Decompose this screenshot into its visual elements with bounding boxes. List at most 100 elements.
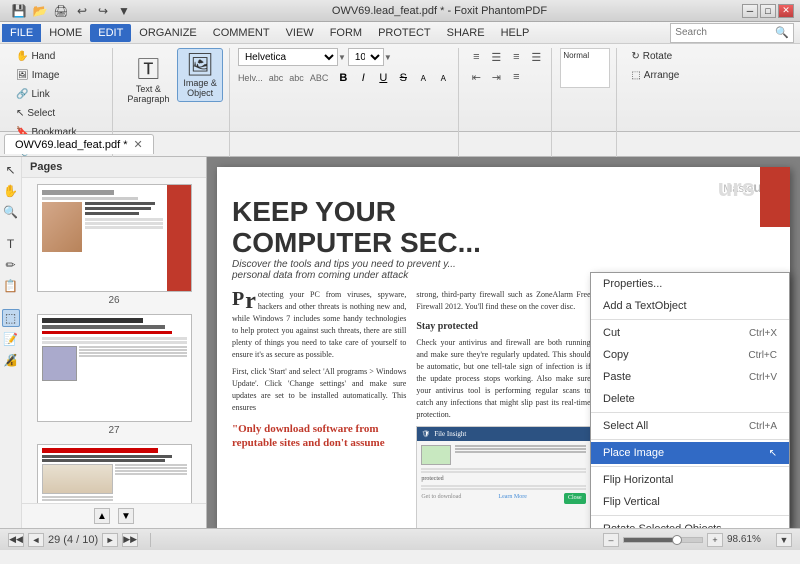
print-button[interactable]: 🖨: [52, 2, 70, 20]
select-button[interactable]: ↖ Select: [10, 105, 106, 122]
doc-tab-label: OWV69.lead_feat.pdf *: [15, 139, 128, 151]
doc-headline: KEEP YOUR COMPUTER SEC...: [232, 197, 775, 259]
ctx-properties[interactable]: Properties...: [591, 273, 789, 295]
page-num-26: 26: [108, 295, 119, 306]
italic-button[interactable]: I: [354, 69, 372, 87]
protected-text: protected: [421, 475, 585, 484]
sign-button[interactable]: 🔏: [2, 351, 20, 369]
list-button[interactable]: ≡: [507, 68, 525, 86]
ctx-delete[interactable]: Delete: [591, 388, 789, 410]
bold-button[interactable]: B: [334, 69, 352, 87]
doc-file-insight-box: 🛡 File Insight: [416, 426, 590, 528]
zoom-slider-thumb[interactable]: [672, 535, 682, 545]
doc-tab-close-button[interactable]: ✕: [134, 138, 143, 151]
align-left-button[interactable]: ≡: [467, 48, 485, 66]
menu-home[interactable]: HOME: [41, 24, 90, 42]
stamp-button[interactable]: 📋: [2, 277, 20, 295]
image-select-button[interactable]: ⬚: [2, 309, 20, 327]
main-content-area: Masteure urs KEEP YOUR COMPUTER SEC... D…: [207, 157, 800, 528]
ctx-place-image[interactable]: Place Image ↖: [591, 442, 789, 464]
ctx-rotate-selected[interactable]: Rotate Selected Objects: [591, 518, 789, 528]
cursor-tool-button[interactable]: ↖: [2, 161, 20, 179]
page-thumb-28[interactable]: 28: [28, 444, 200, 503]
zoom-in-button[interactable]: +: [707, 533, 723, 547]
scroll-down-button[interactable]: ▼: [118, 508, 134, 524]
ctx-copy[interactable]: Copy Ctrl+C: [591, 344, 789, 366]
arrange-icon: ⬚: [631, 70, 640, 81]
ctx-sep-5: [591, 515, 789, 516]
next-page-button[interactable]: ►: [102, 533, 118, 547]
hand-tool-button[interactable]: ✋ Hand: [10, 48, 106, 65]
arrange-button[interactable]: ⬚ Arrange: [625, 67, 685, 84]
font-name-down-icon: ▼: [338, 53, 346, 62]
page-thumb-27[interactable]: 27: [28, 314, 200, 436]
last-page-button[interactable]: ▶▶: [122, 533, 138, 547]
scroll-up-button[interactable]: ▲: [94, 508, 110, 524]
cursor-icon: ↖: [769, 448, 777, 459]
ctx-select-all[interactable]: Select All Ctrl+A: [591, 415, 789, 437]
ctx-cut[interactable]: Cut Ctrl+X: [591, 322, 789, 344]
align-center-button[interactable]: ☰: [487, 48, 505, 66]
save-button[interactable]: 💾: [10, 2, 28, 20]
text-select-button[interactable]: T: [2, 235, 20, 253]
link-button[interactable]: 🔗 Link: [10, 86, 106, 103]
customize-qat-button[interactable]: ▼: [115, 2, 133, 20]
ctx-flip-horizontal[interactable]: Flip Horizontal: [591, 469, 789, 491]
close-button-green[interactable]: Close: [564, 493, 586, 504]
annotation-button[interactable]: ✏: [2, 256, 20, 274]
strikethrough-button[interactable]: S: [394, 69, 412, 87]
menu-view[interactable]: VIEW: [278, 24, 322, 42]
menu-organize[interactable]: ORGANIZE: [131, 24, 204, 42]
menu-edit[interactable]: EDIT: [90, 24, 131, 42]
maximize-button[interactable]: □: [760, 4, 776, 18]
text-paragraph-button[interactable]: 🅃 Text &Paragraph: [121, 48, 175, 108]
pages-scroll[interactable]: 26: [22, 178, 206, 503]
form-button[interactable]: 📝: [2, 330, 20, 348]
ctx-sep-4: [591, 466, 789, 467]
menu-form[interactable]: FORM: [322, 24, 370, 42]
image-button[interactable]: 🖼 Image: [10, 67, 106, 84]
superscript-button[interactable]: A: [414, 69, 432, 87]
prev-page-button[interactable]: ◄: [28, 533, 44, 547]
search-icon[interactable]: 🔍: [775, 26, 789, 39]
minimize-button[interactable]: ─: [742, 4, 758, 18]
ctx-flip-vertical[interactable]: Flip Vertical: [591, 491, 789, 513]
ctx-add-textobject[interactable]: Add a TextObject: [591, 295, 789, 317]
context-menu: Properties... Add a TextObject Cut Ctrl+…: [590, 272, 790, 528]
search-input[interactable]: [675, 27, 775, 38]
first-page-button[interactable]: ◀◀: [8, 533, 24, 547]
menu-file[interactable]: FILE: [2, 24, 41, 42]
align-justify-button[interactable]: ☰: [527, 48, 545, 66]
subscript-button[interactable]: A: [434, 69, 452, 87]
ctx-sep-3: [591, 439, 789, 440]
page-thumb-26[interactable]: 26: [28, 184, 200, 306]
align-right-button[interactable]: ≡: [507, 48, 525, 66]
menu-protect[interactable]: PROTECT: [370, 24, 439, 42]
zoom-out-button[interactable]: –: [603, 533, 619, 547]
font-name-select[interactable]: Helvetica: [238, 48, 338, 66]
statusbar: ◀◀ ◄ 29 (4 / 10) ► ▶▶ – + 98.61% ▼: [0, 528, 800, 550]
hand-tool-left-button[interactable]: ✋: [2, 182, 20, 200]
image-object-icon: 🖼: [186, 52, 214, 78]
zoom-tool-left-button[interactable]: 🔍: [2, 203, 20, 221]
menu-help[interactable]: HELP: [493, 24, 538, 42]
zoom-percent-input[interactable]: ▼: [776, 533, 792, 547]
font-style-row: Helv... abc abc ABC B I U S A A: [238, 69, 452, 87]
doc-top-right-text: urs: [718, 175, 755, 203]
menu-share[interactable]: SHARE: [439, 24, 493, 42]
close-button[interactable]: ✕: [778, 4, 794, 18]
rotate-button[interactable]: ↻ Rotate: [625, 48, 685, 65]
font-size-select[interactable]: 10: [348, 48, 384, 66]
font-size-down-icon: ▼: [384, 53, 392, 62]
zoom-slider[interactable]: [623, 537, 703, 543]
ctx-paste[interactable]: Paste Ctrl+V: [591, 366, 789, 388]
undo-button[interactable]: ↩: [73, 2, 91, 20]
open-button[interactable]: 📂: [31, 2, 49, 20]
indent-increase-button[interactable]: ⇥: [487, 68, 505, 86]
doc-tab-0[interactable]: OWV69.lead_feat.pdf * ✕: [4, 134, 154, 154]
indent-decrease-button[interactable]: ⇤: [467, 68, 485, 86]
redo-button[interactable]: ↪: [94, 2, 112, 20]
image-object-button[interactable]: 🖼 Image &Object: [177, 48, 223, 102]
menu-comment[interactable]: COMMENT: [205, 24, 278, 42]
underline-button[interactable]: U: [374, 69, 392, 87]
